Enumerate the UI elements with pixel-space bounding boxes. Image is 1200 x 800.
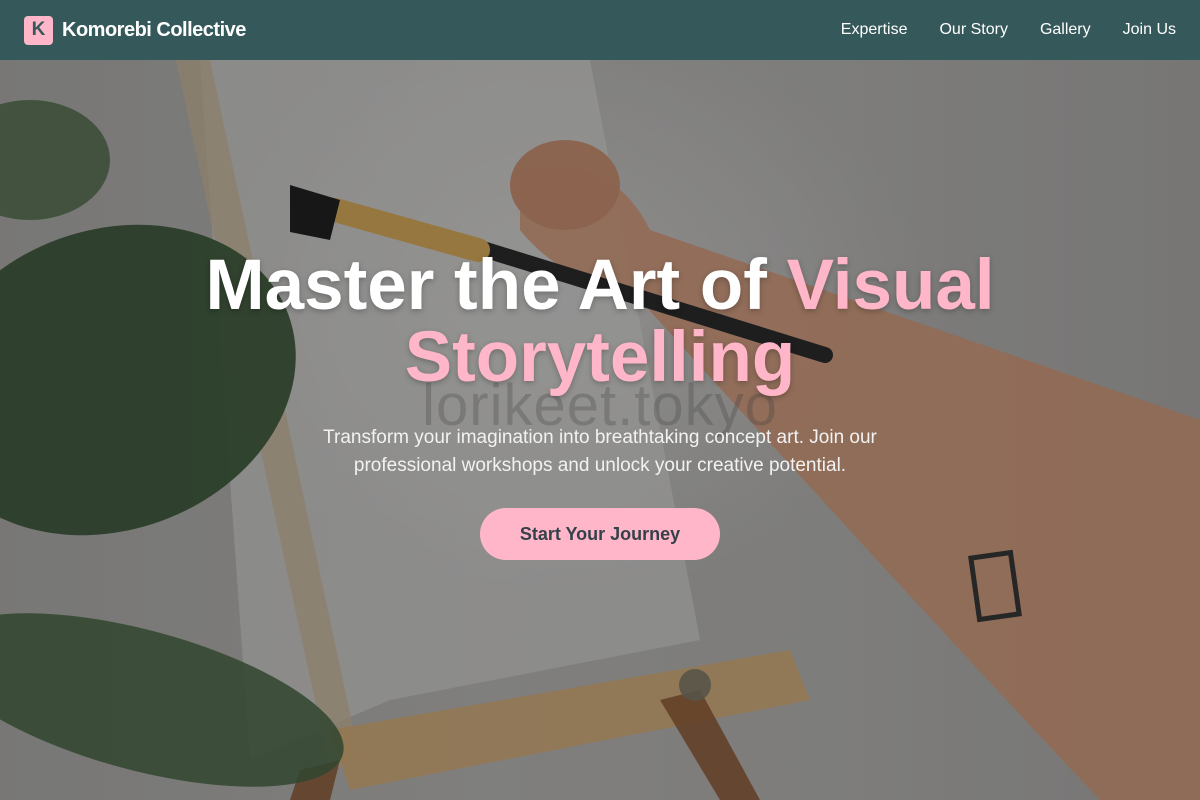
- hero-title-accent-storytelling: Storytelling: [404, 318, 796, 397]
- nav-link-gallery[interactable]: Gallery: [1040, 21, 1091, 39]
- brand-logo-link[interactable]: K Komorebi Collective: [24, 15, 246, 45]
- brand-logo-icon: K: [24, 15, 53, 45]
- nav-links: Expertise Our Story Gallery Join Us: [841, 21, 1176, 39]
- nav-link-expertise[interactable]: Expertise: [841, 21, 908, 39]
- hero-subtitle: Transform your imagination into breathta…: [323, 427, 877, 476]
- hero-title-accent-visual: Visual: [786, 246, 995, 325]
- hero-section: Master the Art of Visual Storytelling Tr…: [0, 250, 1200, 560]
- hero-title-text: Master the Art of: [205, 246, 787, 325]
- brand-name: Komorebi Collective: [62, 18, 246, 41]
- hero-title: Master the Art of Visual Storytelling: [0, 250, 1200, 394]
- start-journey-button[interactable]: Start Your Journey: [480, 508, 720, 560]
- nav-link-join-us[interactable]: Join Us: [1123, 21, 1176, 39]
- landing-page: lorikeet.tokyo K Komorebi Collective Exp…: [0, 0, 1200, 800]
- nav-link-our-story[interactable]: Our Story: [939, 21, 1007, 39]
- top-navbar: K Komorebi Collective Expertise Our Stor…: [0, 0, 1200, 60]
